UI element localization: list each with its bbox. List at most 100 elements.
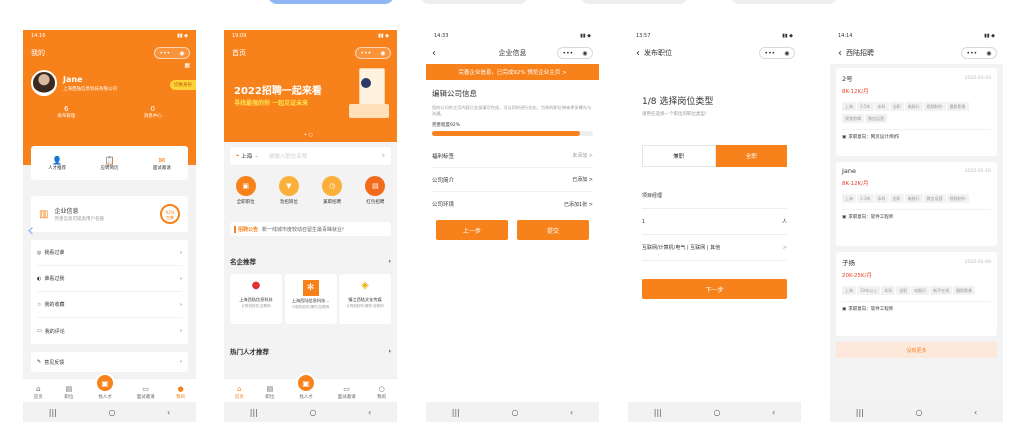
tab-interviews[interactable]: ▭ 面试邀请 xyxy=(137,385,155,400)
back-chevron-icon[interactable]: ‹ xyxy=(432,48,436,59)
target-icon[interactable]: ◉ xyxy=(582,50,587,57)
back-chevron-icon[interactable]: ‹ xyxy=(838,48,842,59)
tab-interviews[interactable]: ▭ 面试邀请 xyxy=(338,385,356,400)
more-icon[interactable]: ••• xyxy=(361,50,372,57)
tab-jobs[interactable]: ▤ 职位 xyxy=(64,385,73,400)
mini-capsule[interactable]: ••• ◉ xyxy=(154,47,190,59)
cat-urgent[interactable]: ▼ 急招岗位 xyxy=(278,176,299,205)
tab-label: 面试邀请 xyxy=(136,395,155,400)
menu-item-comments[interactable]: ▭ 我的评论 › xyxy=(37,318,182,344)
back-icon[interactable]: ‹ xyxy=(974,408,977,417)
completion-banner[interactable]: 完善企业信息，已完成92% 预览企业主页 > xyxy=(426,64,599,80)
field-category[interactable]: 互联网/计算机/电气 | 互联网 | 其他 > xyxy=(642,235,787,261)
tab-find-talent[interactable]: ▣ 找人才 xyxy=(94,373,115,400)
recents-icon[interactable]: ||| xyxy=(452,408,460,417)
view-icon: ◐ xyxy=(37,275,42,282)
switch-identity-button[interactable]: 切换身份 xyxy=(170,80,196,90)
top-tab-pill[interactable] xyxy=(730,0,838,4)
company-card[interactable]: ● 上海西陆信息科技 计算机软件/互联网 xyxy=(230,274,282,324)
cat-redpacket[interactable]: ▤ 红包招聘 xyxy=(365,176,386,205)
company-info-card[interactable]: ▥ 企业信息 完善信息可提高用户名额 92% 完善 xyxy=(31,196,188,232)
chevron-right-icon: › xyxy=(180,328,182,334)
recents-icon[interactable]: ||| xyxy=(49,408,57,417)
company-card[interactable]: ✻ 上海西陆信息科技... 计算机软件/硬件/互联网 xyxy=(284,274,337,324)
tab-mine[interactable]: ○ 我的 xyxy=(377,385,386,400)
search-input[interactable]: 请输入职位名称 xyxy=(269,152,382,160)
candidate-card[interactable]: 2号 2022-03-03 8K-12K/月 上海 3-5年 本科 全职 电脑行 视频制作 摄影影… xyxy=(836,68,997,156)
home-circle-icon[interactable]: ○ xyxy=(713,408,720,417)
menu-item-favorites[interactable]: ☆ 我的收藏 › xyxy=(37,292,182,318)
target-icon[interactable]: ◉ xyxy=(380,50,385,57)
tab-jobs[interactable]: ▤ 职位 xyxy=(265,385,274,400)
home-circle-icon[interactable]: ○ xyxy=(108,408,115,417)
row-environment[interactable]: 公司环境 已添加1张 > xyxy=(432,192,593,216)
candidate-card[interactable]: 子扬 2022-02-09 20K-25K/月 上海 10年以上 本科 全职 电脑行 新手在线摄… xyxy=(836,252,997,336)
recents-icon[interactable]: ||| xyxy=(654,408,662,417)
cat-label: 全职职位 xyxy=(236,200,255,205)
skill-tag: 视频制作 xyxy=(923,102,946,111)
quick-talent-recommend[interactable]: 👤 人才推荐 xyxy=(48,156,66,171)
quick-interviews[interactable]: ✉ 面试邀请 xyxy=(153,156,171,171)
target-icon[interactable]: ◉ xyxy=(784,50,789,57)
prev-step-button[interactable]: 上一步 xyxy=(436,220,508,240)
home-circle-icon[interactable]: ○ xyxy=(511,408,518,417)
row-benefits[interactable]: 福利标签 未添加 > xyxy=(432,144,593,168)
qr-icon[interactable]: ▦ xyxy=(184,62,190,69)
briefcase-icon: ▤ xyxy=(266,385,274,393)
chevron-right-icon[interactable]: › xyxy=(388,347,391,355)
recents-icon[interactable]: ||| xyxy=(250,408,258,417)
chevron-right-icon[interactable]: › xyxy=(388,257,391,265)
stat-publish[interactable]: 6 发布管理 xyxy=(57,105,75,119)
top-tab-pill-active[interactable] xyxy=(268,0,394,4)
tab-home[interactable]: ⌂ 首页 xyxy=(235,385,244,400)
more-icon[interactable]: ••• xyxy=(765,50,776,57)
menu-item-viewed[interactable]: ◎ 我看过谁 › xyxy=(37,240,182,266)
option-fulltime[interactable]: 全职 xyxy=(715,145,787,167)
back-chevron-icon[interactable]: ‹ xyxy=(636,48,640,59)
tab-home[interactable]: ⌂ 首页 xyxy=(34,385,43,400)
company-card[interactable]: ◈ 镇江西陆文化传媒 计算机软件/硬件/互联网 xyxy=(339,274,391,324)
recents-icon[interactable]: ||| xyxy=(856,408,864,417)
search-icon[interactable]: ⌕ xyxy=(382,153,385,160)
field-job-title[interactable]: 项目经理 xyxy=(642,183,787,209)
home-circle-icon[interactable]: ○ xyxy=(915,408,922,417)
city-select[interactable]: 上海 xyxy=(241,152,252,160)
target-icon[interactable]: ◉ xyxy=(179,50,184,57)
top-tab-pill[interactable] xyxy=(420,0,528,4)
candidate-card[interactable]: Jane 2022-02-16 8K-12K/月 上海 1-3年 本科 全职 电脑行 微信运营视… xyxy=(836,162,997,246)
notice-bar[interactable]: 招聘公告 新一线城市度较动召留生最青睐就业! xyxy=(230,222,391,236)
back-icon[interactable]: ‹ xyxy=(772,408,775,417)
back-icon[interactable]: ‹ xyxy=(368,408,371,417)
tab-mine[interactable]: ● 我的 xyxy=(176,385,185,400)
mini-capsule[interactable]: ••• ◉ xyxy=(557,47,593,59)
home-circle-icon[interactable]: ○ xyxy=(309,408,316,417)
back-icon[interactable]: ‹ xyxy=(167,408,170,417)
mini-capsule[interactable]: ••• ◉ xyxy=(355,47,391,59)
chevron-down-icon[interactable]: ⌄ xyxy=(254,153,259,159)
back-icon[interactable]: ‹ xyxy=(570,408,573,417)
avatar[interactable] xyxy=(31,70,57,96)
target-icon[interactable]: ◉ xyxy=(986,50,991,57)
menu-label: 我的收藏 xyxy=(44,302,65,308)
field-headcount[interactable]: 1人 xyxy=(642,209,787,235)
back-chevron-icon[interactable]: ‹ xyxy=(27,220,34,241)
row-company-intro[interactable]: 公司简介 已添加 > xyxy=(432,168,593,192)
more-icon[interactable]: ••• xyxy=(563,50,574,57)
stat-messages[interactable]: 0 消息中心 xyxy=(144,105,162,119)
cat-fulltime[interactable]: ▣ 全职职位 xyxy=(235,176,256,205)
menu-item-feedback[interactable]: ✎ 意见反馈 › xyxy=(31,352,188,372)
more-icon[interactable]: ••• xyxy=(967,50,978,57)
more-icon[interactable]: ••• xyxy=(160,50,171,57)
mini-capsule[interactable]: ••• ◉ xyxy=(759,47,795,59)
menu-item-viewers[interactable]: ◐ 谁看过我 › xyxy=(37,266,182,292)
submit-button[interactable]: 提交 xyxy=(517,220,589,240)
option-parttime[interactable]: 兼职 xyxy=(642,145,716,167)
cat-parttime[interactable]: ◷ 兼职招聘 xyxy=(322,176,343,205)
next-step-button[interactable]: 下一步 xyxy=(642,279,787,299)
tab-label: 我的 xyxy=(176,395,186,400)
mini-capsule[interactable]: ••• ◉ xyxy=(961,47,997,59)
person-icon: 👤 xyxy=(52,155,63,165)
tab-find-talent[interactable]: ▣ 找人才 xyxy=(295,373,316,400)
top-tab-pill[interactable] xyxy=(580,0,688,4)
quick-resumes[interactable]: 📋 应聘简历 xyxy=(100,156,118,171)
